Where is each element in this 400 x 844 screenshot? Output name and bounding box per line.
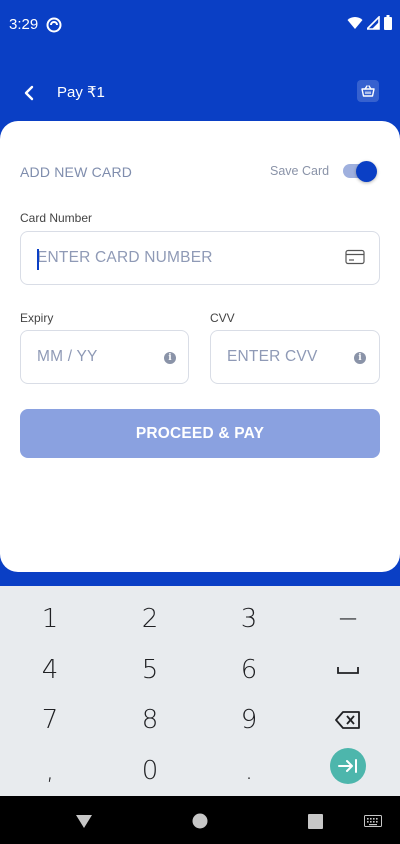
wifi-icon [347, 16, 363, 29]
basket-icon [361, 85, 375, 97]
cvv-info-icon[interactable]: i [354, 352, 366, 364]
page-title: Pay ₹1 [57, 84, 105, 101]
key-period[interactable]: . [199, 746, 299, 796]
backspace-icon [335, 711, 360, 729]
status-time: 3:29 [9, 16, 39, 33]
nav-keyboard-switch-button[interactable] [362, 810, 384, 832]
card-number-label: Card Number [20, 211, 93, 225]
nav-back-button[interactable] [73, 810, 95, 832]
nav-home-button[interactable] [189, 810, 211, 832]
status-bar: 3:29 [0, 0, 400, 50]
app-notification-icon [46, 17, 62, 33]
space-bar-icon [337, 667, 359, 674]
key-8[interactable]: 8 [100, 695, 200, 745]
key-0[interactable]: 0 [100, 746, 200, 796]
circle-home-icon [192, 813, 208, 829]
card-number-field-box [20, 231, 380, 285]
cell-signal-icon [367, 15, 380, 30]
proceed-pay-button[interactable]: PROCEED & PAY [20, 409, 380, 458]
numeric-keyboard: 1 2 3 − 4 5 6 7 8 9 , 0 . [0, 586, 400, 796]
key-space[interactable] [298, 645, 398, 695]
expiry-input[interactable] [37, 331, 157, 383]
status-indicators [347, 15, 392, 30]
cart-button[interactable] [357, 80, 379, 102]
key-6[interactable]: 6 [199, 645, 299, 695]
expiry-label: Expiry [20, 311, 54, 325]
expiry-info-icon[interactable]: i [164, 352, 176, 364]
text-cursor [37, 249, 39, 270]
triangle-back-icon [76, 815, 92, 828]
save-card-toggle[interactable] [343, 161, 377, 182]
keyboard-next-button[interactable] [330, 748, 366, 784]
key-5[interactable]: 5 [100, 645, 200, 695]
system-nav-bar [0, 796, 400, 844]
credit-card-icon [345, 249, 365, 265]
square-recents-icon [307, 813, 323, 829]
add-card-panel: ADD NEW CARD Save Card Card Number Expir… [0, 121, 400, 572]
key-4[interactable]: 4 [0, 645, 100, 695]
app-header: Pay ₹1 [0, 70, 400, 114]
key-minus[interactable]: − [298, 594, 398, 644]
key-7[interactable]: 7 [0, 695, 100, 745]
save-card-label: Save Card [270, 164, 330, 178]
tab-next-icon [338, 759, 357, 773]
toggle-thumb [356, 161, 377, 182]
back-button[interactable] [16, 80, 42, 106]
expiry-field-box: i [20, 330, 189, 384]
section-title: ADD NEW CARD [20, 164, 133, 180]
nav-recents-button[interactable] [304, 810, 326, 832]
chevron-left-icon [24, 85, 34, 101]
cvv-input[interactable] [227, 331, 347, 383]
card-number-input[interactable] [37, 232, 347, 284]
key-comma[interactable]: , [0, 746, 100, 796]
key-backspace[interactable] [298, 695, 398, 745]
keyboard-icon [364, 815, 382, 827]
key-2[interactable]: 2 [100, 594, 200, 644]
cvv-field-box: i [210, 330, 380, 384]
key-3[interactable]: 3 [199, 594, 299, 644]
key-9[interactable]: 9 [199, 695, 299, 745]
battery-icon [384, 15, 392, 30]
cvv-label: CVV [210, 311, 235, 325]
key-1[interactable]: 1 [0, 594, 100, 644]
